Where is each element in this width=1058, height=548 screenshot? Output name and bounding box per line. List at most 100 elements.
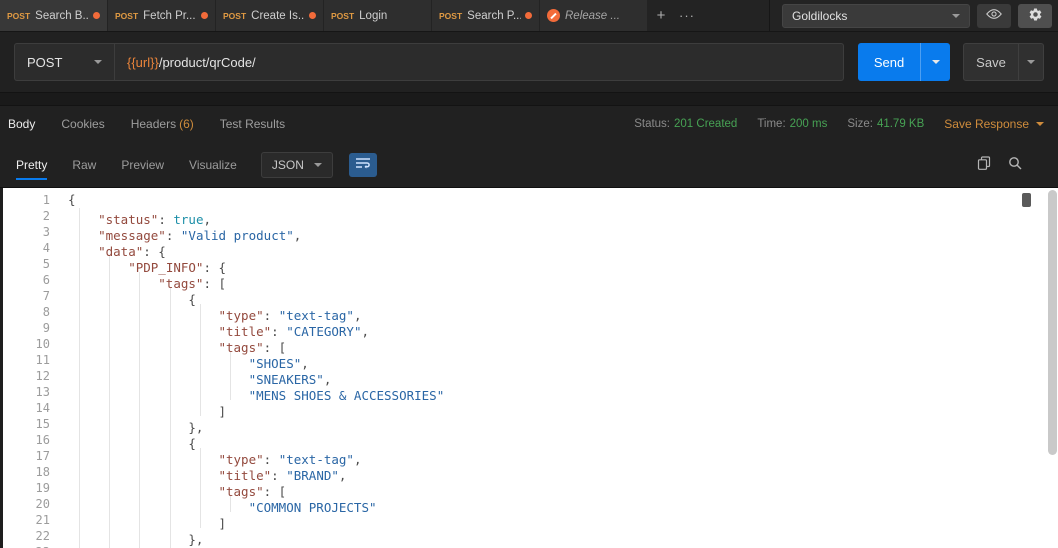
method-selector[interactable]: POST: [14, 43, 114, 81]
chevron-down-icon: [1036, 122, 1044, 126]
indent-guide: [158, 544, 189, 548]
line-content: ]: [50, 400, 226, 419]
environment-quick-look-button[interactable]: [977, 3, 1011, 28]
line-content: "COMMON PROJECTS": [50, 496, 377, 515]
response-tab-label: Headers: [130, 117, 177, 131]
send-options-button[interactable]: [920, 43, 950, 81]
indent-guide: [158, 528, 189, 544]
view-tab-raw[interactable]: Raw: [72, 150, 96, 180]
line-content: "SNEAKERS",: [50, 368, 331, 387]
indent-guide: [68, 480, 99, 496]
indent-guide: [68, 368, 99, 384]
code-line: 20 "COMMON PROJECTS": [0, 496, 1058, 515]
request-tab[interactable]: POST Login: [324, 0, 431, 31]
tab-label: Search B...: [35, 9, 89, 22]
line-number: 1: [42, 193, 50, 207]
indent-guide: [158, 480, 189, 496]
indent-guide: [68, 512, 99, 528]
request-tab[interactable]: POST Fetch Pr...: [108, 0, 215, 31]
indent-guide: [68, 320, 99, 336]
indent-guide: [158, 288, 189, 304]
indent-guide: [188, 336, 219, 352]
indent-guide: [158, 512, 189, 528]
response-status: Status: 201 Created: [634, 118, 737, 130]
code-line: 18 "title": "BRAND",: [0, 464, 1058, 483]
line-content: },: [50, 416, 203, 435]
indent-guide: [128, 528, 159, 544]
indent-guide: [188, 448, 219, 464]
code-line: 13 "MENS SHOES & ACCESSORIES": [0, 384, 1058, 403]
indent-guide: [158, 464, 189, 480]
chevron-down-icon: [952, 13, 960, 18]
indent-guide: [188, 368, 219, 384]
save-response-button[interactable]: Save Response: [944, 117, 1044, 131]
indent-guide: [98, 512, 129, 528]
save-button[interactable]: Save: [963, 43, 1019, 81]
request-tab[interactable]: POST Create Is...: [216, 0, 323, 31]
view-tab-pretty[interactable]: Pretty: [16, 150, 48, 180]
code-line: 8 "type": "text-tag",: [0, 304, 1058, 323]
more-tabs-button[interactable]: ···: [674, 0, 700, 31]
send-button[interactable]: Send: [858, 43, 920, 81]
line-number: 14: [35, 401, 50, 415]
editor-scrollbar-thumb[interactable]: [1022, 193, 1031, 207]
indent-guide: [188, 464, 219, 480]
response-tab-headers[interactable]: Headers (6): [131, 117, 194, 131]
line-number: 6: [42, 273, 50, 287]
code-line: 14]: [0, 400, 1058, 419]
view-tab-preview[interactable]: Preview: [121, 150, 164, 180]
save-options-button[interactable]: [1019, 43, 1044, 81]
indent-guide: [98, 304, 129, 320]
indent-guide: [68, 400, 99, 416]
indent-guide: [68, 528, 99, 544]
request-tab[interactable]: Release ...: [540, 0, 647, 31]
code-token: ,: [361, 324, 370, 339]
indent-guide: [158, 400, 189, 416]
code-line: 21]: [0, 512, 1058, 531]
code-body: 1{2 "status": true, 3 "message": "Valid pro…: [0, 188, 1058, 548]
line-number: 8: [42, 305, 50, 319]
code-token: {: [68, 192, 76, 207]
indent-guide: [188, 304, 219, 320]
search-response-button[interactable]: [1008, 156, 1022, 173]
url-input[interactable]: {{url}}/product/qrCode/: [114, 43, 844, 81]
code-token: "CATEGORY": [286, 324, 362, 339]
headers-count: (6): [179, 117, 194, 131]
code-token: "Valid product": [180, 228, 294, 243]
settings-button[interactable]: [1018, 3, 1052, 28]
line-number: 3: [42, 225, 50, 239]
page-scrollbar-thumb[interactable]: [1048, 190, 1057, 455]
view-tab-visualize[interactable]: Visualize: [189, 150, 237, 180]
environment-value: Goldilocks: [792, 8, 848, 23]
environment-area: Goldilocks: [769, 0, 1058, 31]
environment-selector[interactable]: Goldilocks: [782, 3, 970, 28]
indent-guide: [188, 480, 219, 496]
response-body-viewer[interactable]: 1{2 "status": true, 3 "message": "Valid pro…: [0, 188, 1058, 548]
request-builder: POST {{url}}/product/qrCode/ Send Save: [0, 32, 1058, 92]
indent-guide: [128, 480, 159, 496]
code-token: "COMMON PROJECTS": [248, 500, 377, 515]
unsaved-changes-dot: [201, 12, 208, 19]
request-tab[interactable]: POST Search P...: [432, 0, 539, 31]
line-number: 9: [42, 321, 50, 335]
line-number: 11: [35, 353, 50, 367]
wrap-text-button[interactable]: [348, 152, 377, 177]
indent-guide: [98, 416, 129, 432]
language-selector[interactable]: JSON: [260, 151, 333, 178]
code-token: ,: [293, 228, 302, 243]
copy-response-button[interactable]: [977, 156, 991, 173]
indent-guide: [68, 432, 99, 448]
indent-guide: [128, 496, 159, 512]
code-line: 7{: [0, 288, 1058, 307]
response-tab-cookies[interactable]: Cookies: [61, 117, 104, 131]
tab-method-label: POST: [7, 10, 31, 21]
indent-guide: [158, 496, 189, 512]
indent-guide: [158, 304, 189, 320]
response-tab-body[interactable]: Body: [8, 117, 35, 131]
line-number: 10: [35, 337, 50, 351]
request-tab[interactable]: POST Search B...: [0, 0, 107, 31]
indent-guide: [68, 544, 99, 548]
response-tab-test-results[interactable]: Test Results: [220, 117, 285, 131]
new-tab-button[interactable]: +: [648, 0, 674, 31]
line-number: 19: [35, 481, 50, 495]
